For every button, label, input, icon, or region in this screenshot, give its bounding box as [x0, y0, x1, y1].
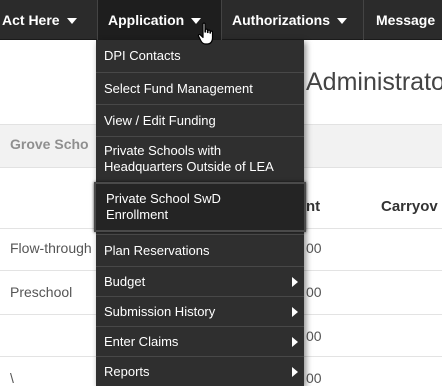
menu-item-enter-claims[interactable]: Enter Claims	[96, 326, 304, 356]
page-title: Administrator	[306, 68, 442, 96]
menu-item-label: DPI Contacts	[104, 48, 181, 63]
menu-item-budget[interactable]: Budget	[96, 266, 304, 296]
chevron-right-icon	[292, 366, 298, 377]
table-row-amount: 00	[306, 240, 322, 256]
menu-item-private-school-swd-enrollment[interactable]: Private School SwD Enrollment	[94, 182, 306, 232]
nav-item-authorizations[interactable]: Authorizations	[222, 0, 364, 40]
hand-pointer-icon	[197, 22, 214, 45]
application-dropdown-menu: DPI Contacts Select Fund Management View…	[94, 40, 306, 386]
chevron-down-icon	[337, 17, 347, 24]
table-row-amount: 00	[306, 370, 322, 386]
menu-item-label: Select Fund Management	[104, 80, 253, 96]
column-header-carryover: Carryov	[381, 198, 438, 215]
nav-item-act-here[interactable]: Act Here	[0, 0, 98, 40]
table-row-amount: 00	[306, 328, 322, 344]
nav-item-label: Message	[376, 11, 436, 28]
menu-item-plan-reservations[interactable]: Plan Reservations	[96, 234, 304, 266]
table-row-label: Flow-through	[10, 240, 92, 256]
menu-item-submission-history[interactable]: Submission History	[96, 296, 304, 326]
chevron-right-icon	[292, 276, 298, 287]
menu-item-label: Private School SwD Enrollment	[106, 191, 221, 222]
menu-item-label: Budget	[104, 273, 146, 289]
nav-item-label: Authorizations	[232, 11, 330, 28]
menu-item-label: Submission History	[104, 303, 216, 319]
menu-item-label: View / Edit Funding	[104, 112, 216, 128]
table-row-label: \	[10, 370, 14, 386]
menu-item-view-edit-funding[interactable]: View / Edit Funding	[96, 104, 304, 136]
table-row-amount: 00	[306, 284, 322, 300]
menu-item-label: Private Schools with Headquarters Outsid…	[104, 142, 274, 174]
menu-item-private-schools-headquarters[interactable]: Private Schools with Headquarters Outsid…	[96, 136, 304, 180]
top-navbar: Act Here Application Authorizations Mess…	[0, 0, 442, 40]
menu-item-label: Plan Reservations	[104, 242, 210, 258]
menu-item-label: Reports	[104, 363, 150, 379]
menu-item-reports[interactable]: Reports	[96, 356, 304, 386]
column-header-amount: nt	[306, 198, 321, 215]
chevron-down-icon	[66, 17, 77, 24]
menu-item-select-fund-management[interactable]: Select Fund Management	[96, 72, 304, 104]
menu-item-label: Enter Claims	[104, 333, 179, 349]
table-row-label: Preschool	[10, 284, 73, 300]
chevron-right-icon	[292, 306, 298, 317]
nav-item-message[interactable]: Message	[364, 0, 442, 40]
nav-item-label: Application	[108, 11, 185, 28]
chevron-right-icon	[292, 336, 298, 347]
nav-item-label: Act Here	[2, 11, 60, 28]
school-name: Grove Scho	[10, 136, 89, 152]
